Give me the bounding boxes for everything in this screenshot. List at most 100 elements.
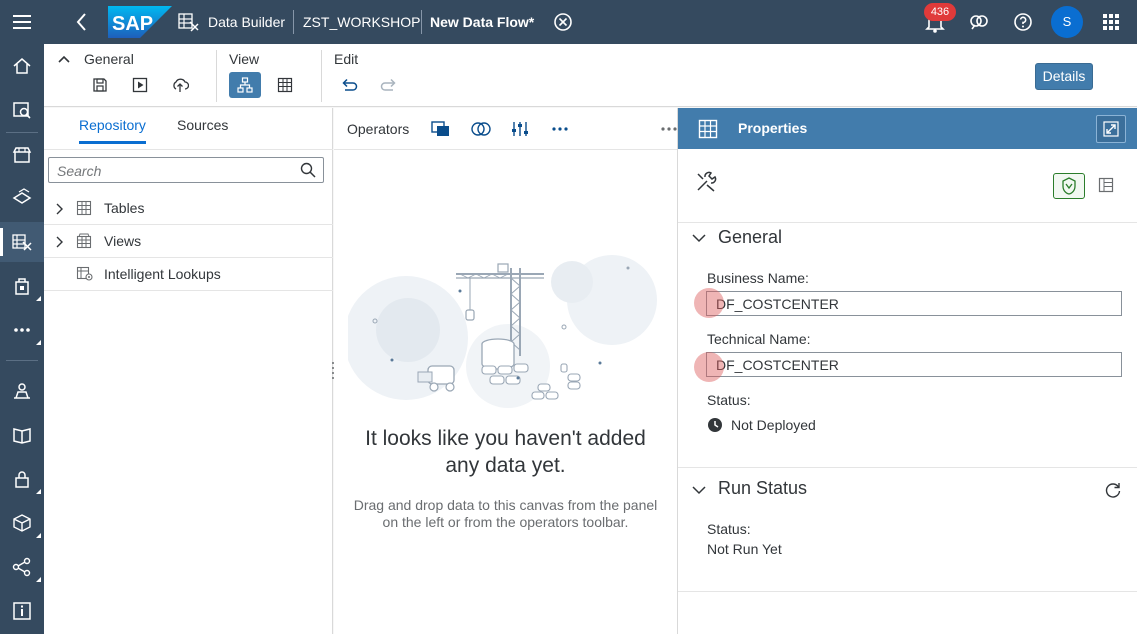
close-flow-button[interactable] [552,11,574,33]
general-group-label: General [84,51,134,67]
table-grid-icon [698,119,718,139]
handshake-icon [970,15,988,30]
redo-icon [380,78,396,91]
security-button[interactable] [1053,173,1085,199]
redo-button[interactable] [373,72,405,98]
operators-label: Operators [347,121,410,137]
deploy-button[interactable] [164,72,196,98]
tree-item-tables[interactable]: Tables [44,192,333,225]
general-section-title: General [718,227,783,247]
section-divider [678,591,1137,592]
nav-repository-explorer[interactable] [0,415,44,455]
nav-data-integration-monitor[interactable] [0,371,44,411]
search-icon[interactable] [300,162,316,178]
submenu-indicator [36,533,41,538]
nav-transport[interactable] [0,503,44,543]
flow-name-label: New Data Flow [430,14,529,30]
nav-security[interactable] [0,459,44,499]
repository-tabs: Repository Sources [44,108,333,150]
technical-name-input[interactable] [706,352,1122,377]
breadcrumb-separator [421,10,422,34]
repository-search[interactable] [48,157,324,183]
run-status-section-title: Run Status [718,478,808,498]
nav-business-builder[interactable] [0,266,44,306]
operators-toolbar: Operators [334,108,677,150]
help-button[interactable] [1010,9,1036,35]
tab-sources[interactable]: Sources [177,117,228,144]
tools-icon[interactable] [695,171,717,193]
catalog-search-icon [13,102,31,119]
monitor-person-icon [14,383,30,399]
play-icon [132,77,148,93]
nav-more[interactable] [0,310,44,350]
chevron-left-icon [76,13,86,31]
chevron-down-icon[interactable] [691,484,707,496]
nav-home[interactable] [0,46,44,86]
chevron-right-icon[interactable] [54,235,66,249]
save-icon [93,78,107,92]
empty-state-description: Drag and drop data to this canvas from t… [334,497,677,531]
data-flow-canvas[interactable]: Operators It looks like you haven't adde… [334,108,677,634]
tab-repository[interactable]: Repository [79,117,146,144]
chevron-down-icon[interactable] [691,232,707,244]
business-name-input[interactable] [706,291,1122,316]
user-avatar[interactable]: S [1051,6,1083,38]
table-columns-icon[interactable] [1098,177,1114,193]
chevron-right-icon[interactable] [54,202,66,216]
nav-system-info[interactable] [0,591,44,631]
edit-group-label: Edit [334,51,359,67]
shield-icon [1062,177,1076,195]
svg-text:SAP: SAP [112,13,153,35]
chevron-up-icon[interactable] [57,53,71,65]
nav-connections[interactable] [0,547,44,587]
expand-icon [1103,121,1119,137]
save-button[interactable] [84,72,116,98]
breadcrumb-space-label: ZST_WORKSHOP [303,14,421,30]
details-button[interactable]: Details [1035,63,1093,90]
tree-item-intelligent-lookups[interactable]: Intelligent Lookups [44,258,333,291]
tree-item-views[interactable]: Views [44,225,333,258]
editor-toolbar: General View Edit Details [44,44,1137,107]
toolbar-separator [216,50,217,102]
overflow-icon[interactable] [659,120,679,138]
properties-title: Properties [738,120,808,136]
search-input[interactable] [57,162,287,179]
view-group-label: View [229,51,260,67]
view-icon [76,233,92,249]
technical-name-label: Technical Name: [707,331,811,347]
aggregation-icon[interactable] [510,120,530,138]
projection-icon[interactable] [431,120,451,138]
nav-data-builder[interactable] [0,222,44,262]
breadcrumb-app-label: Data Builder [208,14,286,30]
home-icon [13,58,31,74]
nav-catalog[interactable] [0,90,44,130]
feedback-button[interactable] [966,9,992,35]
submenu-indicator [36,577,41,582]
run-status-value: Not Run Yet [707,541,782,557]
more-icon [14,328,30,332]
table-view-button[interactable] [269,72,301,98]
undo-button[interactable] [333,72,365,98]
breadcrumb-space[interactable]: ZST_WORKSHOP [303,0,420,44]
business-name-label: Business Name: [707,270,809,286]
run-button[interactable] [124,72,156,98]
join-icon[interactable] [471,120,491,138]
nav-semantic-onboarding[interactable] [0,178,44,218]
expand-panel-button[interactable] [1096,115,1126,143]
data-builder-icon [12,234,32,251]
product-switch-button[interactable] [1098,9,1124,35]
click-marker [694,352,724,382]
nav-data-marketplace[interactable] [0,135,44,175]
refresh-icon[interactable] [1104,481,1122,499]
diagram-view-button[interactable] [229,72,261,98]
empty-state-desc-line1: Drag and drop data to this canvas from t… [353,497,658,513]
more-operators-icon[interactable] [550,120,570,138]
undo-icon [342,78,358,91]
lock-icon [15,471,29,488]
submenu-indicator [36,489,41,494]
breadcrumb-data-builder[interactable]: Data Builder [178,0,285,44]
back-button[interactable] [70,10,94,34]
menu-button[interactable] [0,0,44,44]
table-icon [277,77,293,93]
grid-menu-icon [1103,14,1119,30]
